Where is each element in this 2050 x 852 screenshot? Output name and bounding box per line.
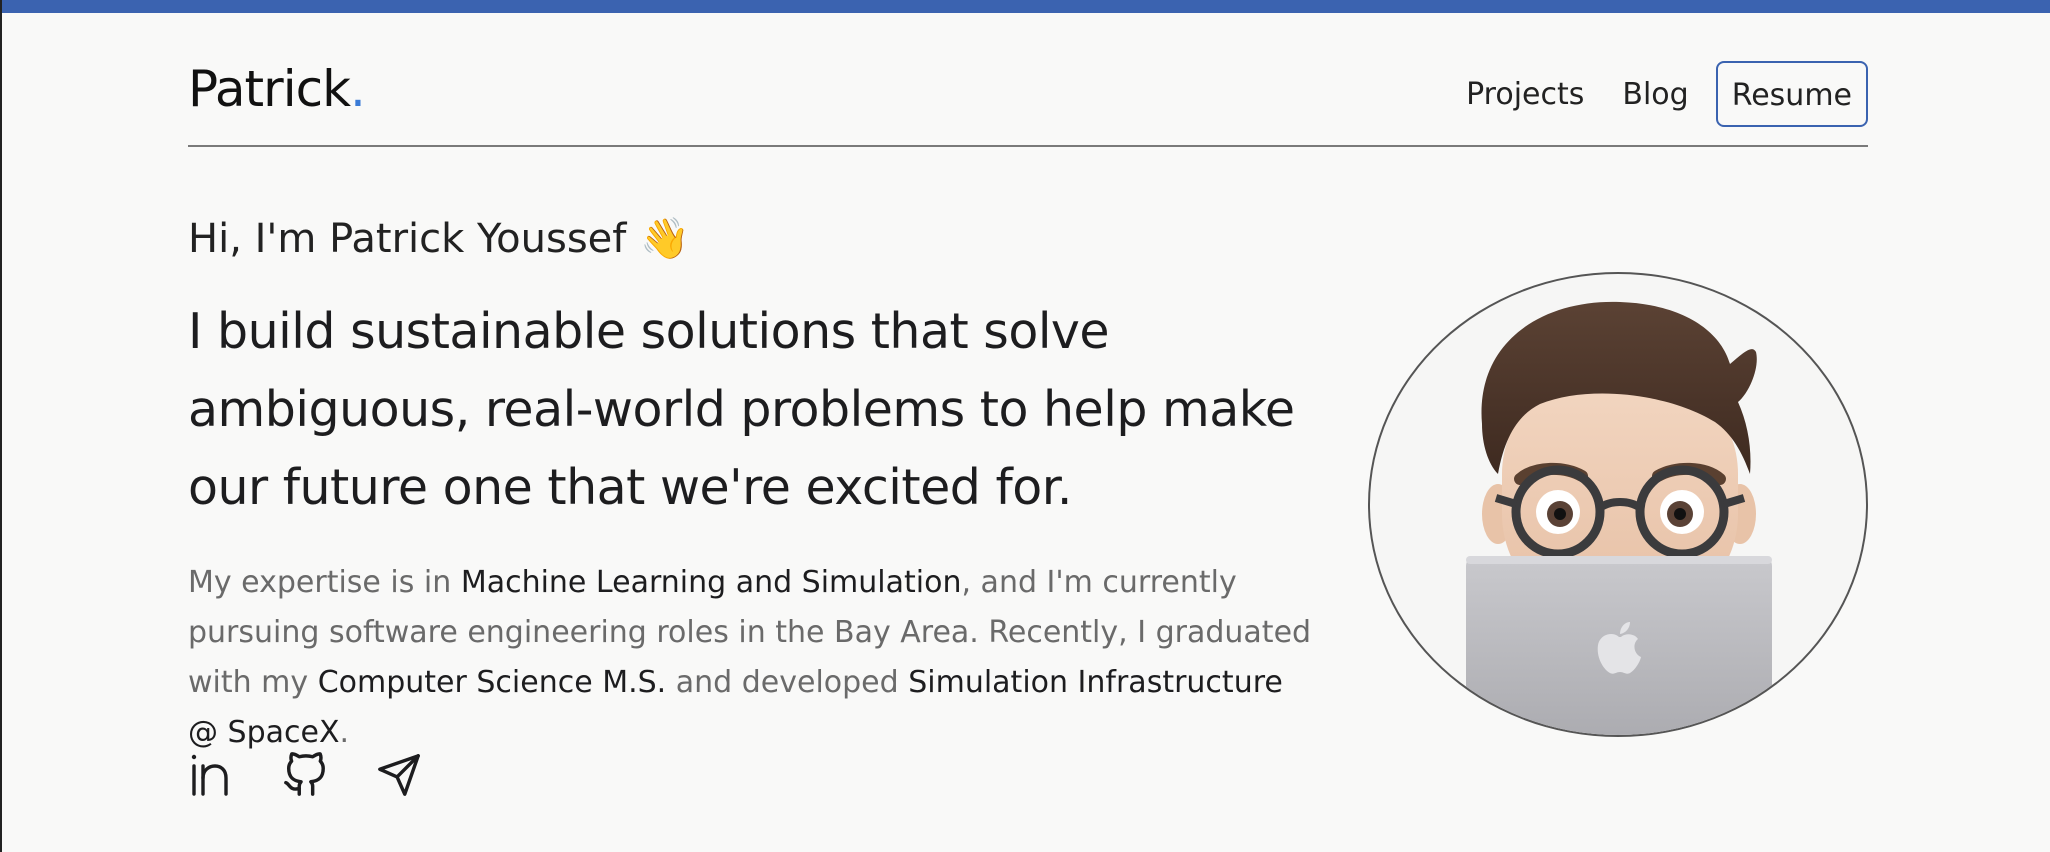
main-nav: Projects Blog Resume <box>1428 60 1868 128</box>
hero-headline: I build sustainable solutions that solve… <box>188 303 1295 516</box>
nav-blog-link[interactable]: Blog <box>1622 77 1688 112</box>
bio-text: My expertise is in <box>188 565 461 600</box>
top-accent-bar <box>2 0 2050 13</box>
memoji-avatar-icon <box>1466 301 1772 735</box>
waving-hand-icon: 👋 <box>640 216 691 262</box>
greeting: Hi, I'm Patrick Youssef 👋 <box>188 215 690 262</box>
resume-button[interactable]: Resume <box>1715 61 1868 127</box>
bio-text: . <box>339 715 350 750</box>
header-divider <box>188 145 1868 147</box>
bio-highlight-degree: Computer Science M.S. <box>317 665 667 700</box>
greeting-text: Hi, I'm Patrick Youssef <box>188 216 627 262</box>
hero-bio: My expertise is in Machine Learning and … <box>188 558 1318 758</box>
social-links <box>188 752 422 798</box>
logo-text: Patrick <box>188 60 351 118</box>
github-icon[interactable] <box>282 752 328 798</box>
avatar <box>1368 272 1868 737</box>
bio-highlight-expertise: Machine Learning and Simulation <box>460 565 962 600</box>
bio-text: and developed <box>666 665 909 700</box>
send-icon[interactable] <box>376 752 422 798</box>
linkedin-icon[interactable] <box>188 752 234 798</box>
logo-dot: . <box>350 60 366 118</box>
site-logo[interactable]: Patrick. <box>188 60 366 118</box>
nav-projects-link[interactable]: Projects <box>1466 77 1584 112</box>
